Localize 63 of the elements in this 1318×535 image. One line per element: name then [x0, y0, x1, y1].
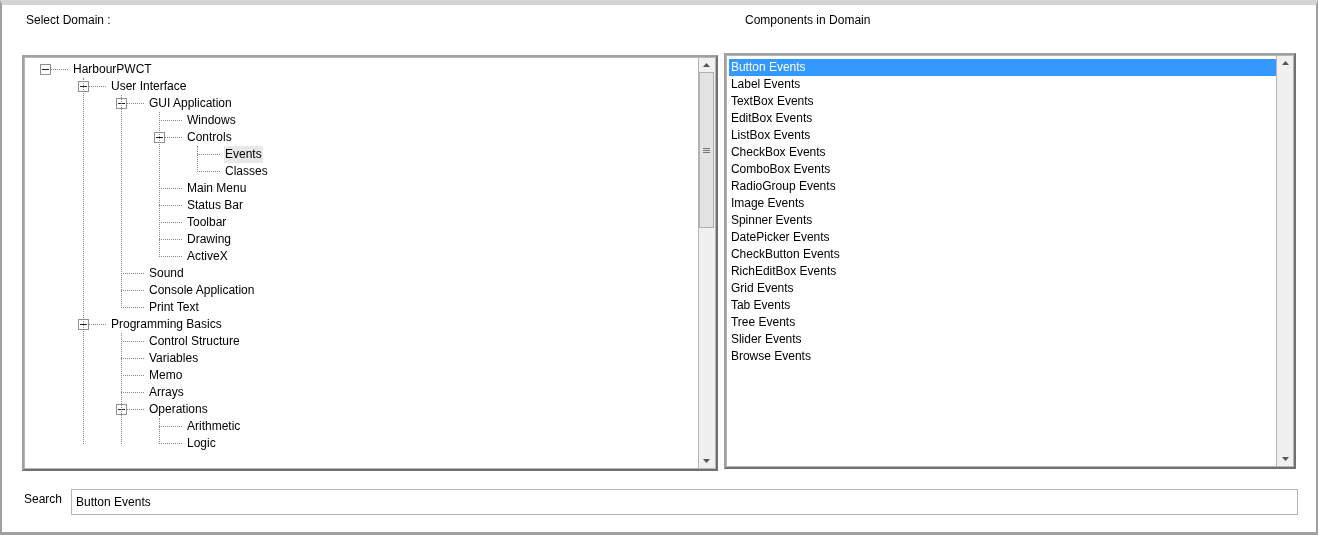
minus-icon	[118, 406, 125, 413]
tree-item[interactable]: Operations	[148, 401, 209, 418]
list-item[interactable]: TextBox Events	[728, 93, 1276, 110]
select-domain-label: Select Domain :	[26, 12, 112, 29]
grip-icon	[703, 147, 711, 153]
scrollbar[interactable]	[1277, 55, 1294, 467]
list-item[interactable]: Spinner Events	[728, 212, 1276, 229]
tree-item[interactable]: GUI Application	[148, 95, 233, 112]
scroll-down-icon[interactable]	[703, 459, 711, 463]
tree-item[interactable]: Windows	[186, 112, 237, 129]
list-item[interactable]: Label Events	[728, 76, 1276, 93]
tree-item[interactable]: Console Application	[148, 282, 256, 299]
tree-item[interactable]: Variables	[148, 350, 200, 367]
collapse-toggle[interactable]	[78, 319, 89, 330]
collapse-toggle[interactable]	[116, 98, 127, 109]
tree-item[interactable]: Status Bar	[186, 197, 245, 214]
scroll-down-icon[interactable]	[1281, 457, 1289, 461]
search-label: Search	[24, 491, 64, 508]
list-item[interactable]: ListBox Events	[728, 127, 1276, 144]
tree-item[interactable]: Arithmetic	[186, 418, 242, 435]
tree-item[interactable]: Drawing	[186, 231, 232, 248]
minus-icon	[42, 66, 49, 73]
tree-item[interactable]: Memo	[148, 367, 184, 384]
components-label: Components in Domain	[745, 12, 871, 29]
minus-icon	[80, 321, 87, 328]
tree-item[interactable]: Toolbar	[186, 214, 228, 231]
list-item[interactable]: EditBox Events	[728, 110, 1276, 127]
list-item[interactable]: ComboBox Events	[728, 161, 1276, 178]
scrollbar-thumb[interactable]	[699, 72, 715, 228]
list-item[interactable]: Slider Events	[728, 331, 1276, 348]
search-field[interactable]: Button Events	[71, 489, 1298, 515]
scroll-up-icon[interactable]	[703, 63, 711, 67]
tree-item[interactable]: Print Text	[148, 299, 200, 316]
scroll-up-icon[interactable]	[1281, 61, 1289, 65]
collapse-toggle[interactable]	[40, 64, 51, 75]
list-item[interactable]: DatePicker Events	[728, 229, 1276, 246]
list-item[interactable]: RichEditBox Events	[728, 263, 1276, 280]
minus-icon	[118, 100, 125, 107]
tree-item[interactable]: Programming Basics	[110, 316, 223, 333]
tree-item[interactable]: Control Structure	[148, 333, 241, 350]
minus-icon	[80, 83, 87, 90]
tree-item[interactable]: Controls	[186, 129, 233, 146]
collapse-toggle[interactable]	[116, 404, 127, 415]
tree-item[interactable]: Main Menu	[186, 180, 248, 197]
list-item[interactable]: Tree Events	[728, 314, 1276, 331]
tree-item[interactable]: Arrays	[148, 384, 185, 401]
tree-item[interactable]: ActiveX	[186, 248, 229, 265]
tree-item[interactable]: Logic	[186, 435, 217, 452]
minus-icon	[156, 134, 163, 141]
tree-item[interactable]: Sound	[148, 265, 185, 282]
collapse-toggle[interactable]	[78, 81, 89, 92]
list-item[interactable]: Image Events	[728, 195, 1276, 212]
list-item[interactable]: CheckBox Events	[728, 144, 1276, 161]
tree-item[interactable]: HarbourPWCT	[72, 61, 153, 78]
list-item[interactable]: Browse Events	[728, 348, 1276, 365]
tree-item[interactable]: User Interface	[110, 78, 188, 95]
tree-item[interactable]: Events	[224, 146, 263, 163]
list-item[interactable]: RadioGroup Events	[728, 178, 1276, 195]
list-item[interactable]: Tab Events	[728, 297, 1276, 314]
list-item[interactable]: Grid Events	[728, 280, 1276, 297]
tree-item[interactable]: Classes	[224, 163, 269, 180]
collapse-toggle[interactable]	[154, 132, 165, 143]
list-item[interactable]: CheckButton Events	[728, 246, 1276, 263]
